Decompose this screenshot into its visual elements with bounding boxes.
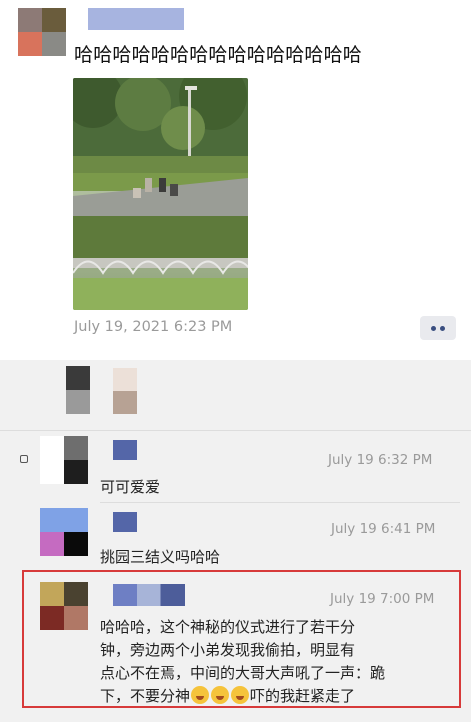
comment-text: 挑园三结义吗哈哈 xyxy=(100,548,221,566)
commenter-name-redacted[interactable] xyxy=(113,584,185,606)
laughing-tears-emoji-icon xyxy=(191,686,210,704)
like-avatar[interactable] xyxy=(113,368,137,414)
commenter-avatar[interactable] xyxy=(40,508,88,556)
comment-text: 可可爱爱 xyxy=(100,478,161,496)
comment-line-suffix: 吓的我赶紧走了 xyxy=(250,687,356,705)
comment-time: July 19 6:41 PM xyxy=(331,521,436,537)
laughing-tears-emoji-icon xyxy=(231,686,250,704)
commenter-avatar[interactable] xyxy=(40,436,88,484)
commenter-name-redacted[interactable] xyxy=(113,440,137,460)
more-dots-icon xyxy=(431,326,436,331)
comment-time: July 19 6:32 PM xyxy=(328,452,433,468)
poster-name-redacted[interactable] xyxy=(88,8,184,30)
comment-line-prefix: 下，不要分神 xyxy=(100,687,191,705)
comment-icon xyxy=(20,455,28,463)
like-avatar[interactable] xyxy=(66,366,90,414)
more-options-button[interactable] xyxy=(420,316,456,340)
comment-line-last: 下，不要分神 吓的我赶紧走了 xyxy=(100,685,456,708)
comment-time: July 19 7:00 PM xyxy=(330,591,435,607)
post-photo[interactable] xyxy=(73,78,248,310)
comment-text: 哈哈哈，这个神秘的仪式进行了若干分 钟，旁边两个小弟发现我偷拍，明显有 点心不在… xyxy=(100,616,456,708)
photo-illustration xyxy=(73,78,248,310)
comment-line: 钟，旁边两个小弟发现我偷拍，明显有 xyxy=(100,641,356,659)
laughing-tears-emoji-icon xyxy=(211,686,230,704)
more-dots-icon xyxy=(440,326,445,331)
poster-avatar[interactable] xyxy=(18,8,66,56)
divider xyxy=(0,430,471,431)
post-timestamp: July 19, 2021 6:23 PM xyxy=(74,319,233,335)
post-text: 哈哈哈哈哈哈哈哈哈哈哈哈哈哈哈 xyxy=(74,44,363,66)
comment-line: 哈哈哈，这个神秘的仪式进行了若干分 xyxy=(100,618,356,636)
commenter-name-redacted[interactable] xyxy=(113,512,137,532)
comment-line: 点心不在焉，中间的大哥大声吼了一声：跪 xyxy=(100,664,386,682)
divider xyxy=(100,502,460,503)
commenter-avatar[interactable] xyxy=(40,582,88,630)
